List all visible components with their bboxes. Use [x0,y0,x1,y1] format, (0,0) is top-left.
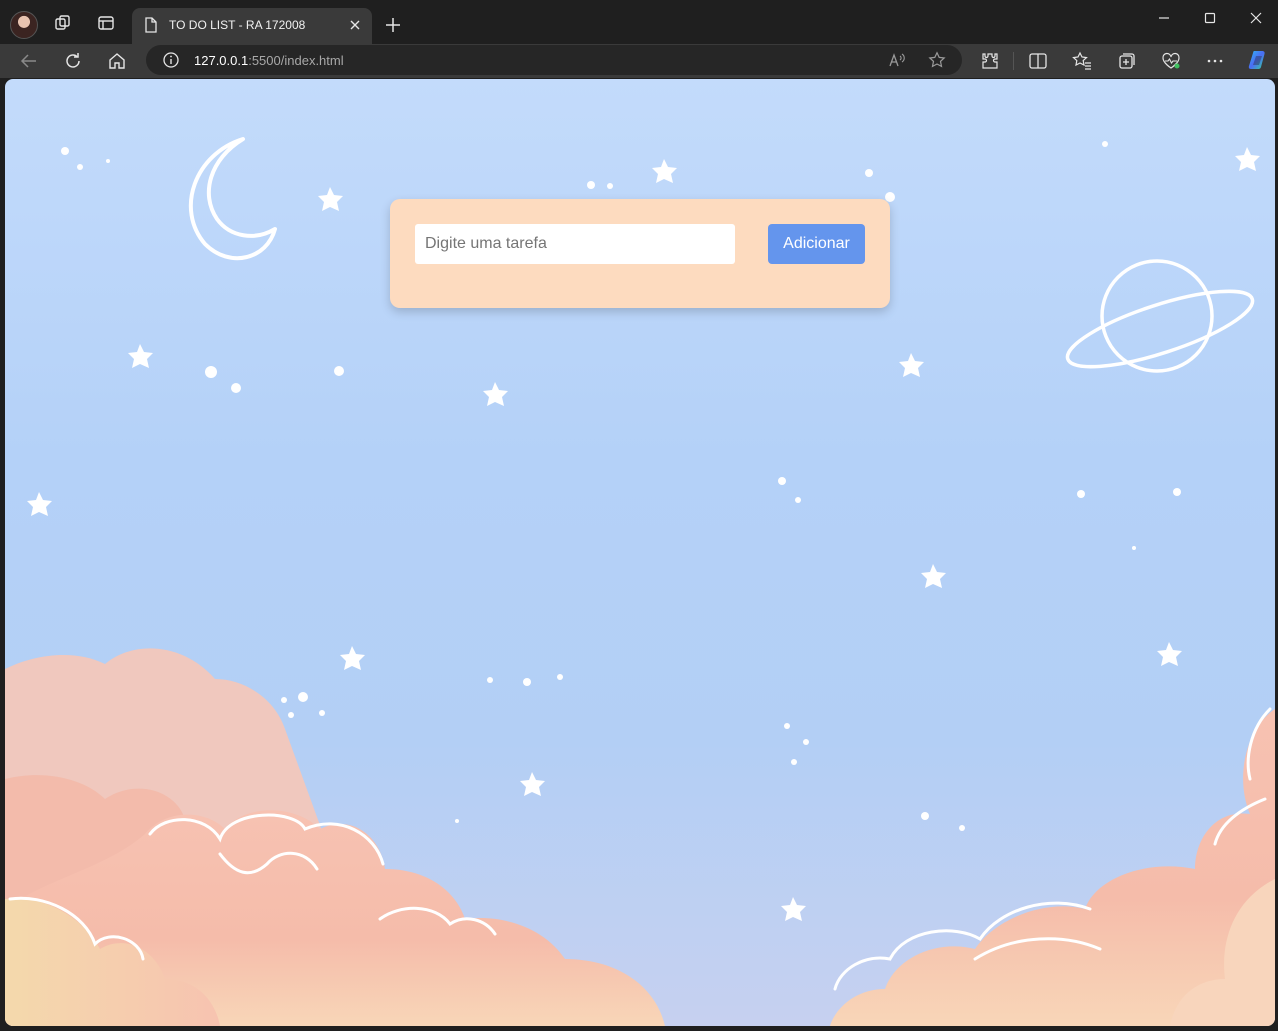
url-text[interactable]: 127.0.0.1:5500/index.html [194,53,344,68]
page-viewport: Adicionar [5,79,1275,1026]
url-host: 127.0.0.1 [194,53,249,68]
address-bar[interactable]: 127.0.0.1:5500/index.html [146,45,962,75]
browser-tab[interactable]: TO DO LIST - RA 172008 [132,8,372,44]
close-window-icon[interactable] [1248,10,1264,26]
home-icon[interactable] [107,51,127,71]
back-icon[interactable] [19,51,39,71]
workspaces-icon[interactable] [54,14,72,32]
extensions-icon[interactable] [980,51,1000,71]
page-icon [145,17,157,33]
tab-actions-icon[interactable] [97,14,115,32]
toolbar-divider [1013,52,1014,70]
planet-icon [1065,259,1255,373]
add-task-button[interactable]: Adicionar [768,224,865,264]
info-icon[interactable] [162,51,180,69]
url-path: :5500/index.html [248,53,344,68]
refresh-icon[interactable] [63,51,83,71]
copilot-icon[interactable] [1246,48,1270,72]
todo-card: Adicionar [390,199,890,308]
profile-avatar[interactable] [10,11,38,39]
right-clouds [830,709,1275,1026]
favorite-star-icon[interactable] [928,51,946,69]
browser-titlebar: TO DO LIST - RA 172008 [0,0,1278,44]
collections-icon[interactable] [1117,51,1137,71]
close-icon[interactable] [348,18,362,32]
split-screen-icon[interactable] [1028,51,1048,71]
tab-title: TO DO LIST - RA 172008 [169,18,306,32]
task-input[interactable] [415,224,735,264]
minimize-icon[interactable] [1156,10,1172,26]
browser-toolbar: 127.0.0.1:5500/index.html [0,44,1278,78]
favorites-icon[interactable] [1072,51,1092,71]
read-aloud-icon[interactable] [888,51,906,69]
plus-icon[interactable] [384,16,402,34]
browser-essentials-icon[interactable] [1161,51,1181,71]
more-icon[interactable] [1205,51,1225,71]
moon-icon [188,137,277,261]
left-clouds [5,648,665,1026]
maximize-icon[interactable] [1202,10,1218,26]
